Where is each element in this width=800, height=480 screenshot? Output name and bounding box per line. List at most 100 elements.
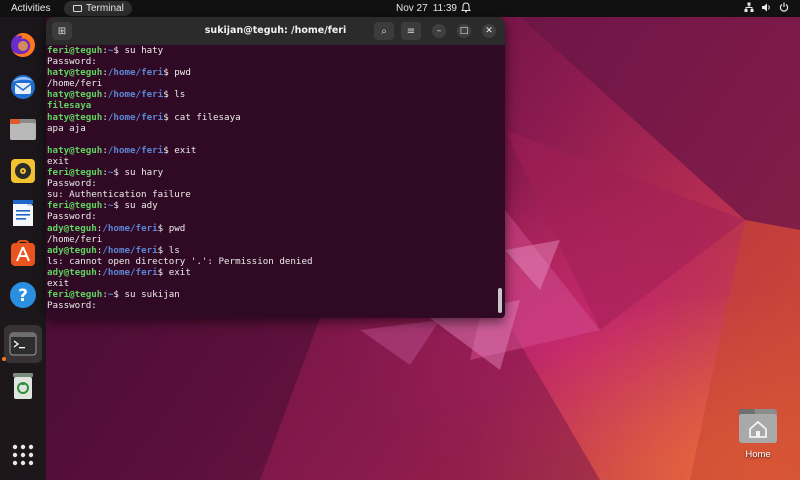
- terminal-window[interactable]: ⊞ sukijan@teguh: /home/feri ⌕ ≡ – □ ✕ fe…: [46, 17, 505, 318]
- terminal-lines: feri@teguh:~$ su haty Password: haty@teguh…: [47, 45, 497, 311]
- terminal-line: /home/feri: [47, 234, 497, 245]
- terminal-titlebar[interactable]: ⊞ sukijan@teguh: /home/feri ⌕ ≡ – □ ✕: [46, 17, 505, 45]
- notification-bell-icon[interactable]: [461, 2, 471, 16]
- terminal-output[interactable]: feri@teguh:~$ su haty Password: haty@teguh…: [46, 45, 505, 318]
- terminal-line: exit: [47, 278, 497, 289]
- prompt-user: feri@teguh: [47, 289, 103, 301]
- app-menu-label: Terminal: [86, 3, 124, 14]
- prompt-path: /home/feri: [107, 67, 164, 79]
- maximize-button[interactable]: □: [457, 24, 471, 38]
- system-tray[interactable]: [744, 2, 789, 15]
- command-text: $ ls: [157, 244, 180, 256]
- prompt-user: haty@teguh: [47, 67, 103, 79]
- terminal-mini-icon: [73, 5, 82, 12]
- svg-text:?: ?: [18, 286, 28, 306]
- dock-software[interactable]: [8, 239, 38, 269]
- prompt-path: /home/feri: [107, 144, 164, 156]
- activities-button[interactable]: Activities: [11, 3, 50, 14]
- prompt-path: /home/feri: [102, 266, 158, 278]
- output-text: /home/feri: [47, 233, 103, 245]
- close-button[interactable]: ✕: [482, 24, 496, 38]
- prompt-user: ady@teguh: [47, 244, 97, 256]
- dock-trash[interactable]: [8, 371, 38, 401]
- output-text: /home/feri: [47, 78, 103, 90]
- terminal-line: feri@teguh:~$ su haty: [47, 45, 497, 56]
- minimize-button[interactable]: –: [432, 24, 446, 38]
- volume-icon[interactable]: [761, 2, 772, 15]
- prompt-path: /home/feri: [107, 89, 164, 101]
- command-text: $ cat filesaya: [163, 111, 241, 123]
- prompt-path: /home/feri: [107, 111, 164, 123]
- dock-writer[interactable]: [8, 198, 38, 228]
- writer-icon: [13, 200, 33, 226]
- terminal-line: Password:: [47, 178, 497, 189]
- minimize-icon: –: [436, 26, 442, 36]
- output-text: Password:: [47, 211, 97, 223]
- dock-help[interactable]: ?: [8, 280, 38, 310]
- prompt-user: feri@teguh: [47, 200, 103, 212]
- terminal-line: haty@teguh:/home/feri$ exit: [47, 145, 497, 156]
- output-text: exit: [47, 277, 70, 289]
- prompt-user: haty@teguh: [47, 144, 103, 156]
- prompt-path: /home/feri: [102, 222, 158, 234]
- hamburger-menu-icon: ≡: [406, 25, 416, 37]
- terminal-line: /home/feri: [47, 78, 497, 89]
- terminal-line: haty@teguh:/home/feri$ ls: [47, 89, 497, 100]
- terminal-line: ls: cannot open directory '.': Permissio…: [47, 256, 497, 267]
- clock-date: Nov 27: [396, 3, 428, 14]
- prompt-user: ady@teguh: [47, 266, 97, 278]
- terminal-line: exit: [47, 156, 497, 167]
- clock[interactable]: Nov 27 11:39: [396, 3, 457, 14]
- prompt-user: haty@teguh: [47, 111, 103, 123]
- dock-files[interactable]: [8, 114, 38, 144]
- command-text: $ su hary: [113, 167, 164, 179]
- software-icon: [11, 240, 35, 266]
- power-icon[interactable]: [779, 2, 789, 15]
- running-indicator: [2, 357, 6, 361]
- terminal-line: feri@teguh:~$ su sukijan: [47, 289, 497, 300]
- dock-thunderbird[interactable]: [8, 72, 38, 102]
- terminal-line: haty@teguh:/home/feri$ pwd: [47, 67, 497, 78]
- directory-listing: filesaya: [47, 100, 92, 112]
- prompt-path: /home/feri: [102, 244, 158, 256]
- prompt-user: feri@teguh: [47, 45, 103, 56]
- output-text: Password:: [47, 56, 97, 68]
- clock-time: 11:39: [432, 3, 457, 14]
- menu-button[interactable]: ≡: [401, 22, 421, 40]
- terminal-line: apa aja: [47, 123, 497, 134]
- desktop-home-folder[interactable]: [737, 405, 779, 445]
- dock-firefox[interactable]: [8, 30, 38, 60]
- output-text: exit: [47, 155, 70, 167]
- output-text: apa aja: [47, 122, 86, 134]
- output-text: ls: cannot open directory '.': Permissio…: [47, 255, 313, 267]
- output-text: Password:: [47, 300, 97, 312]
- prompt-user: feri@teguh: [47, 167, 103, 179]
- search-button[interactable]: ⌕: [374, 22, 394, 40]
- dock-rhythmbox[interactable]: [8, 156, 38, 186]
- terminal-scrollbar[interactable]: [498, 288, 502, 313]
- command-text: $ pwd: [157, 222, 186, 234]
- help-icon: ?: [10, 282, 36, 308]
- terminal-icon: [9, 332, 37, 356]
- app-grid-icon: [12, 444, 34, 466]
- terminal-line: haty@teguh:/home/feri$ cat filesaya: [47, 112, 497, 123]
- close-icon: ✕: [485, 26, 493, 36]
- terminal-line: filesaya: [47, 100, 497, 111]
- dock-show-apps[interactable]: [8, 440, 38, 470]
- thunderbird-icon: [11, 75, 35, 99]
- app-menu-terminal[interactable]: Terminal: [64, 1, 132, 16]
- dock-terminal[interactable]: [4, 325, 42, 363]
- terminal-line: ady@teguh:/home/feri$ ls: [47, 245, 497, 256]
- command-text: $ ls: [163, 89, 186, 101]
- trash-icon: [13, 373, 33, 399]
- command-text: $ exit: [157, 266, 191, 278]
- desktop-home-label: Home: [745, 449, 771, 460]
- terminal-line: feri@teguh:~$ su hary: [47, 167, 497, 178]
- terminal-line: ady@teguh:/home/feri$ exit: [47, 267, 497, 278]
- network-icon[interactable]: [744, 2, 754, 15]
- output-text: su: Authentication failure: [47, 189, 191, 201]
- command-text: $ exit: [163, 144, 197, 156]
- prompt-user: ady@teguh: [47, 222, 97, 234]
- command-text: $ su ady: [113, 200, 158, 212]
